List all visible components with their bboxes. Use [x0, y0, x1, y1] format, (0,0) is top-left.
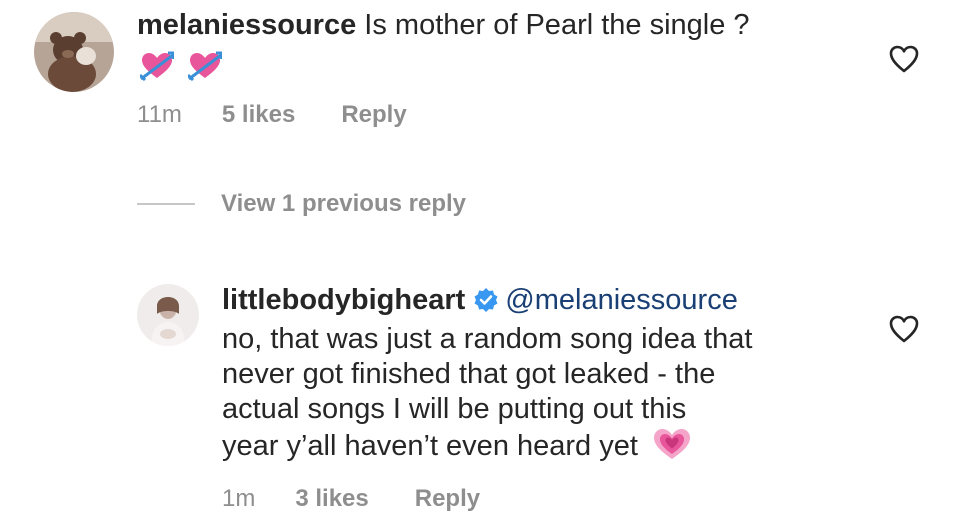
- comment-text: Is mother of Pearl the single ?: [364, 9, 750, 41]
- avatar[interactable]: [137, 284, 199, 346]
- comment-header-line: littlebodybigheart @melaniessource: [222, 283, 752, 322]
- heart-with-arrow-emoji: [187, 51, 225, 86]
- growing-heart-emoji: [652, 427, 692, 470]
- comment-text-line: no, that was just a random song idea tha…: [222, 323, 753, 355]
- emoji-row: [138, 51, 225, 86]
- comment-body: melaniessource Is mother of Pearl the si…: [137, 8, 750, 43]
- comment-username[interactable]: littlebodybigheart: [222, 284, 465, 316]
- comment-text-line: never got finished that got leaked - the: [222, 358, 716, 390]
- comment-text-line: actual songs I will be putting out this: [222, 393, 687, 425]
- reply-button[interactable]: Reply: [341, 101, 406, 129]
- heart-with-arrow-emoji: [138, 51, 176, 86]
- divider-line: [137, 203, 195, 205]
- comment-text-line: year y’all haven’t even heard yet: [222, 430, 638, 462]
- comment-likes[interactable]: 3 likes: [295, 485, 368, 513]
- reply-button[interactable]: Reply: [415, 485, 480, 513]
- comment-time: 11m: [137, 101, 182, 128]
- comment-meta: 1m 3 likes Reply: [222, 485, 480, 513]
- comment-username[interactable]: melaniessource: [137, 9, 356, 41]
- like-heart-icon[interactable]: [888, 44, 920, 74]
- verified-badge-icon: [473, 287, 499, 322]
- comment-time: 1m: [222, 485, 256, 512]
- comment-body: littlebodybigheart @melaniessource no, t…: [222, 283, 752, 470]
- mention-link[interactable]: @melaniessource: [505, 284, 738, 316]
- comment-meta: 11m 5 likes Reply: [137, 101, 407, 129]
- view-previous-replies[interactable]: View 1 previous reply: [137, 190, 466, 218]
- comment-text-line-last: year y’all haven’t even heard yet: [222, 427, 752, 470]
- view-replies-label[interactable]: View 1 previous reply: [221, 190, 466, 218]
- like-heart-icon[interactable]: [888, 314, 920, 344]
- avatar[interactable]: [34, 12, 114, 92]
- comment-likes[interactable]: 5 likes: [222, 101, 295, 129]
